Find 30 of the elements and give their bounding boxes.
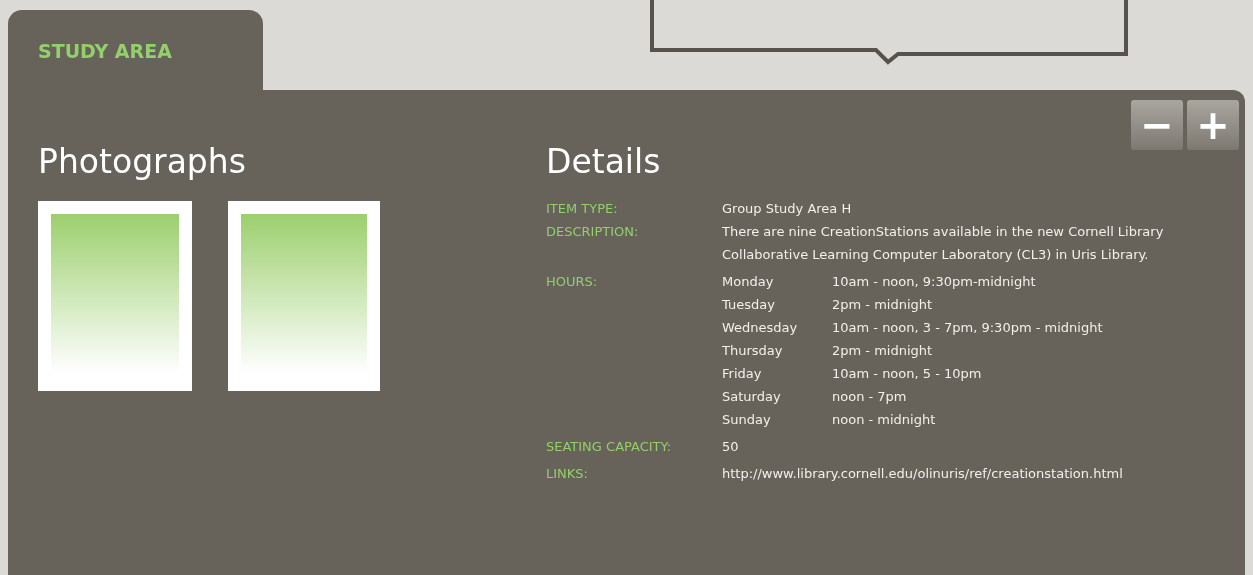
hours-value: 10am - noon, 9:30pm-midnight — [832, 273, 1036, 291]
section-title: Details — [546, 142, 661, 181]
field-value: There are nine CreationStations available in the new Cornell Library Collaborative Learning Computer Laboratory (CL3) in Uris Library. — [722, 223, 1165, 264]
day-label: Tuesday — [722, 296, 776, 314]
zoom-in-button[interactable]: + — [1187, 100, 1239, 150]
day-label: Thursday — [722, 342, 784, 360]
hours-value: 10am - noon, 5 - 10pm — [832, 365, 982, 383]
field-label: HOURS: — [546, 273, 599, 291]
hours-value: 2pm - midnight — [832, 342, 933, 360]
hours-value: noon - midnight — [832, 411, 936, 429]
study-area-tab[interactable]: STUDY AREA — [8, 10, 263, 90]
day-label: Sunday — [722, 411, 772, 429]
photo-thumbnail[interactable] — [38, 201, 192, 391]
day-label: Monday — [722, 273, 775, 291]
field-label: ITEM TYPE: — [546, 200, 619, 218]
hours-value: 10am - noon, 3 - 7pm, 9:30pm - midnight — [832, 319, 1103, 337]
field-label: SEATING CAPACITY: — [546, 438, 673, 456]
hours-value: 2pm - midnight — [832, 296, 933, 314]
day-label: Saturday — [722, 388, 782, 406]
field-value: Group Study Area H — [722, 200, 853, 218]
link[interactable]: http://www.library.cornell.edu/olinuris/ref/creationstation.html — [722, 462, 1212, 485]
field-label: DESCRIPTION: — [546, 223, 640, 241]
section-title: Photographs — [38, 142, 246, 181]
zoom-out-button[interactable]: − — [1131, 100, 1183, 150]
field-label: LINKS: — [546, 465, 589, 483]
photo-thumbnail[interactable] — [228, 201, 380, 391]
day-label: Wednesday — [722, 319, 799, 337]
field-value: 50 — [722, 438, 740, 456]
day-label: Friday — [722, 365, 763, 383]
hours-value: noon - 7pm — [832, 388, 907, 406]
